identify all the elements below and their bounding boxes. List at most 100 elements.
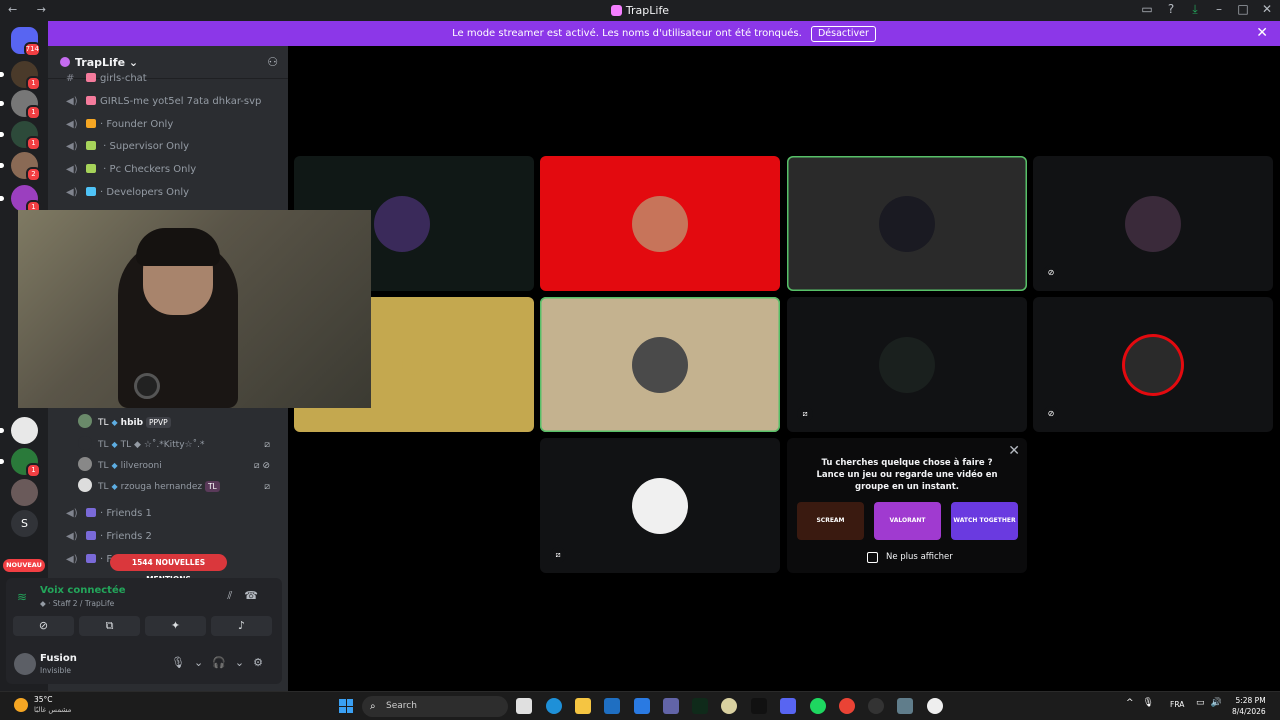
close-banner-icon[interactable]: ✕: [1256, 21, 1268, 46]
username[interactable]: Fusion: [40, 653, 77, 664]
voice-member[interactable]: TL ◆ lilverooni ⧄ ⊘: [78, 456, 278, 476]
server-icon[interactable]: 2: [0, 152, 41, 182]
voice-channel-item[interactable]: ◀) · Friends 1: [56, 504, 281, 524]
spotify-icon[interactable]: [810, 698, 826, 714]
new-mentions-pill[interactable]: 1544 NOUVELLES MENTIONS: [110, 554, 227, 584]
dont-show-label: Ne plus afficher: [886, 552, 953, 562]
help-icon[interactable]: ?: [1164, 2, 1178, 17]
voice-channel-item[interactable]: ◀) · Supervisor Only: [56, 137, 281, 157]
signal-icon[interactable]: ≋: [17, 590, 27, 604]
soundboard-button[interactable]: ♪: [211, 616, 272, 636]
voice-member[interactable]: TL ◆ TL ◆ ☆˚.*Kitty☆˚.* ⧄: [78, 435, 278, 455]
voice-member[interactable]: TL ◆ rzouga hernandez TL ⧄: [78, 477, 278, 497]
traplife-server-icon[interactable]: [0, 417, 38, 444]
voice-member[interactable]: TL ◆ hbib PPVP: [78, 413, 278, 433]
settings-icon[interactable]: [897, 698, 913, 714]
weather-temp[interactable]: 35°C: [34, 695, 53, 704]
tray-icons[interactable]: ▭🔊: [1196, 698, 1228, 708]
edge-icon[interactable]: [546, 698, 562, 714]
muted-icon: ⧄: [550, 547, 566, 563]
muted-icon: ⧄: [264, 440, 270, 450]
outlook-icon[interactable]: [604, 698, 620, 714]
banner-message: Le mode streamer est activé. Les noms d'…: [452, 28, 802, 39]
server-header-icon: [60, 57, 70, 67]
participant-tile[interactable]: [540, 156, 780, 291]
camera-button[interactable]: ⊘: [13, 616, 74, 636]
activity-button[interactable]: ✦: [145, 616, 206, 636]
minimize-icon[interactable]: –: [1212, 2, 1226, 17]
close-icon[interactable]: ✕: [1260, 2, 1274, 17]
server-icon[interactable]: 1: [0, 61, 41, 91]
media-icon[interactable]: [927, 698, 943, 714]
language-indicator[interactable]: FRA: [1170, 700, 1184, 709]
search-input[interactable]: ⌕ Search: [362, 696, 508, 717]
participant-tile[interactable]: [787, 156, 1027, 291]
participant-tile[interactable]: ⊘: [1033, 156, 1273, 291]
dont-show-checkbox[interactable]: [867, 552, 878, 563]
weather-icon[interactable]: [14, 698, 28, 712]
discord-home-icon[interactable]: 714: [11, 27, 41, 57]
voice-panel: ≋ Voix connectée ◆ · Staff 2 / TrapLife …: [6, 578, 282, 684]
activity-suggestion: ✕ Tu cherches quelque chose à faire ? La…: [787, 438, 1027, 573]
inbox-icon[interactable]: ▭: [1140, 2, 1154, 17]
speaker-icon: ◀): [66, 554, 78, 565]
muted-icon: ⧄: [264, 482, 270, 492]
user-status: Invisible: [40, 666, 71, 675]
voice-channel-item[interactable]: ◀) GIRLS-me yot5el 7ata dhkar-svp: [56, 92, 281, 112]
activity-card[interactable]: SCREAM: [797, 502, 864, 540]
server-icon[interactable]: 1: [0, 90, 41, 120]
app-icon[interactable]: [868, 698, 884, 714]
maximize-icon[interactable]: □: [1236, 2, 1250, 17]
voice-status[interactable]: Voix connectée: [40, 585, 126, 596]
discord-icon[interactable]: [780, 698, 796, 714]
server-icon[interactable]: [11, 479, 38, 506]
chrome-icon[interactable]: [839, 698, 855, 714]
app-icon[interactable]: [751, 698, 767, 714]
server-icon[interactable]: 1: [0, 121, 41, 151]
streamer-mode-banner: Le mode streamer est activé. Les noms d'…: [48, 21, 1280, 46]
voice-channel-item[interactable]: ◀) · Pc Checkers Only: [56, 160, 281, 180]
app-icon[interactable]: [721, 698, 737, 714]
screen-share-button[interactable]: ⧉: [79, 616, 140, 636]
server-s-icon[interactable]: S: [11, 510, 38, 537]
server-icon: [610, 5, 622, 16]
channel-item[interactable]: # girls-chat: [56, 69, 281, 89]
voice-channel-item[interactable]: ◀) · Founder Only: [56, 115, 281, 135]
activity-card[interactable]: VALORANT: [874, 502, 941, 540]
explorer-icon[interactable]: [575, 698, 591, 714]
server-icon[interactable]: 1: [0, 185, 41, 215]
search-icon: ⌕: [370, 701, 376, 712]
close-icon[interactable]: ✕: [1008, 443, 1020, 459]
app-icon[interactable]: [692, 698, 708, 714]
voice-channel-path[interactable]: ◆ · Staff 2 / TrapLife: [40, 599, 114, 608]
chevron-up-icon[interactable]: ^: [1126, 698, 1143, 708]
mic-icon[interactable]: 🎙: [1143, 698, 1163, 708]
task-view-icon[interactable]: [516, 698, 532, 714]
participant-tile[interactable]: [540, 297, 780, 432]
participant-tile[interactable]: ⧄: [540, 438, 780, 573]
participant-tile[interactable]: ⧄: [787, 297, 1027, 432]
start-icon[interactable]: [339, 699, 353, 713]
server-icon[interactable]: 1: [0, 448, 41, 478]
noise-suppression-icon[interactable]: ⫽: [227, 589, 244, 602]
speaker-icon: ◀): [66, 531, 78, 542]
deafened-icon: ⧄ ⊘: [253, 461, 270, 471]
voice-channel-item[interactable]: ◀) · Developers Only: [56, 183, 281, 203]
new-badge[interactable]: NOUVEAU: [3, 559, 45, 572]
muted-icon: ⧄: [797, 406, 813, 422]
headphones-icon[interactable]: 🎧⌄: [212, 656, 253, 669]
webcam-overlay: [18, 210, 371, 408]
store-icon[interactable]: [634, 698, 650, 714]
mic-icon[interactable]: 🎙⌄: [171, 656, 212, 669]
activity-card[interactable]: WATCH TOGETHER: [951, 502, 1018, 540]
disconnect-icon[interactable]: ☎: [244, 589, 270, 602]
teams-icon[interactable]: [663, 698, 679, 714]
taskbar: 35°C مشمس غالبًا ⌕ Search ^🎙 FRA ▭🔊 5:28 …: [0, 691, 1280, 720]
participant-tile[interactable]: ⊘: [1033, 297, 1273, 432]
voice-channel-item[interactable]: ◀) · Friends 2: [56, 527, 281, 547]
settings-icon[interactable]: ⚙: [253, 656, 272, 669]
disable-streamer-button[interactable]: Désactiver: [810, 26, 876, 42]
download-icon[interactable]: ⤓: [1188, 2, 1202, 17]
clock[interactable]: 5:28 PM 8/4/2026: [1232, 695, 1266, 717]
avatar[interactable]: [14, 653, 36, 675]
